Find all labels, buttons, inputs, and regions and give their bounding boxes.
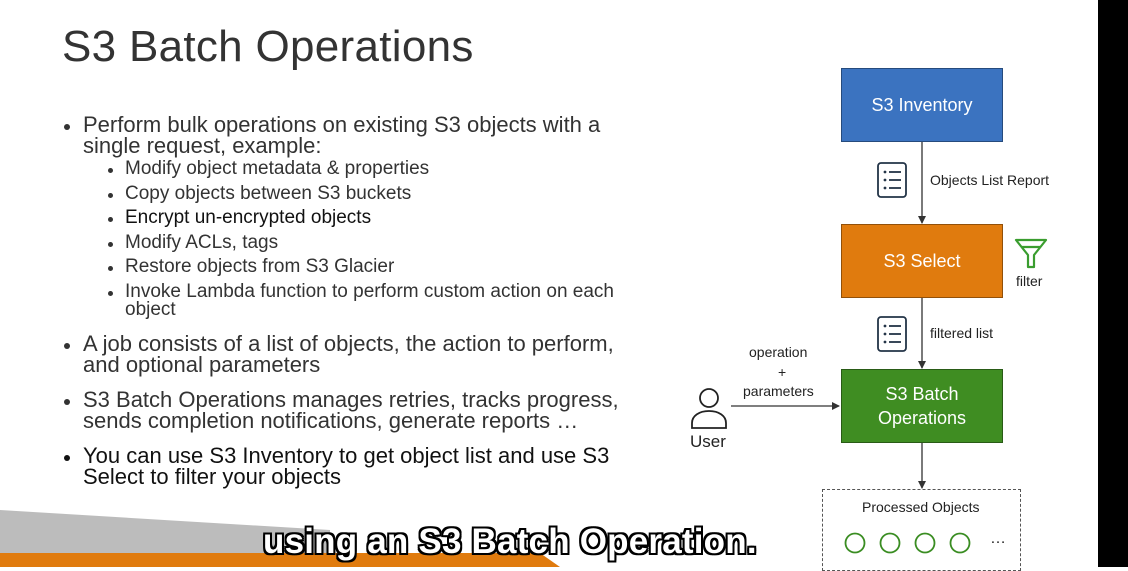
s3-select-label: S3 Select xyxy=(883,251,961,271)
user-label: User xyxy=(690,432,726,451)
plus-label: + xyxy=(778,364,787,380)
s3-select-box: S3 Select xyxy=(841,224,1003,298)
processed-objects-label: Processed Objects xyxy=(862,499,980,515)
parameters-label: parameters xyxy=(743,383,814,399)
filter-label: filter xyxy=(1016,273,1043,289)
filtered-list-label: filtered list xyxy=(930,325,994,341)
filter-funnel-icon xyxy=(1014,238,1048,269)
s3-inventory-box: S3 Inventory xyxy=(841,68,1003,142)
s3-batch-label-line1: S3 Batch xyxy=(885,384,959,404)
s3-batch-label-line2: Operations xyxy=(877,408,967,428)
user-icon xyxy=(691,388,727,429)
document-list-icon xyxy=(877,316,907,352)
video-subtitle: using an S3 Batch Operation. xyxy=(263,522,757,561)
operation-label: operation xyxy=(749,344,808,360)
s3-inventory-label: S3 Inventory xyxy=(871,95,973,115)
document-list-icon xyxy=(877,162,907,198)
objects-list-report-label: Objects List Report xyxy=(930,172,1050,188)
s3-batch-operations-box: S3 Batch Operations xyxy=(841,369,1003,443)
ellipsis-label: … xyxy=(990,530,1006,547)
